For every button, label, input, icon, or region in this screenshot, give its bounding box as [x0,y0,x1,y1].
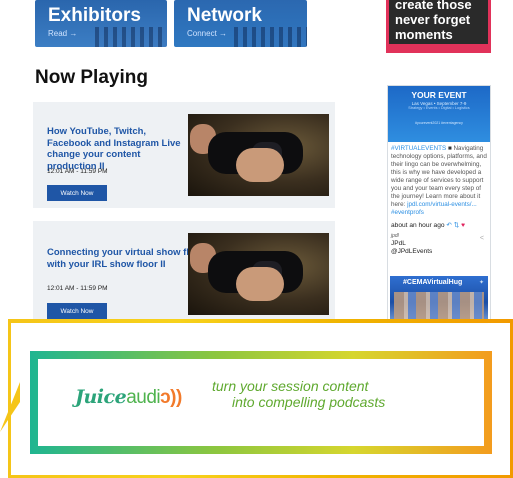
thumbnail-hand-shape [236,148,284,182]
promo-banner-inner: create those never forget moments [389,0,488,44]
account-name: JPdL [391,240,406,247]
session-time: 12:01 AM - 11:59 PM [47,168,108,175]
ad-banner-content: Juiceaudiɔ)) turn your session content i… [38,359,484,446]
exhibitors-tile-link[interactable]: Read → [48,29,77,38]
ad-tagline-line2: into compelling podcasts [232,394,386,410]
reply-icon[interactable]: ↶ [446,222,452,229]
post-hashtag-link[interactable]: #VIRTUALEVENTS [391,145,446,152]
session-card: Connecting your virtual show floor with … [33,221,335,327]
session-card: How YouTube, Twitch, Facebook and Instag… [33,102,335,208]
tile-background-image [234,27,307,47]
like-icon[interactable]: ♥ [461,222,465,229]
thumbnail-hand-shape [236,267,284,301]
watch-now-button[interactable]: Watch Now [47,185,107,201]
logo-juice: Juice [75,386,127,408]
event-banner-categories: Strategy • Events • Digital • Logistics [408,106,470,110]
network-tile[interactable]: Network Connect → [174,0,307,47]
exhibitors-tile[interactable]: Exhibitors Read → [35,0,167,47]
event-banner-title: YOUR EVENT [411,90,467,100]
watch-now-button[interactable]: Watch Now [47,303,107,319]
promo-line: moments [395,27,453,42]
network-tile-title: Network [187,5,262,26]
post-body: Navigating technology options, platforms… [391,145,487,208]
promo-line: create those [395,0,472,12]
promo-line: never forget [395,12,471,27]
post-url-link[interactable]: jpdl.com/virtual-events/... [407,201,477,208]
social-post-image[interactable]: #CEMAVirtualHug ✦ [390,276,488,324]
ad-tagline-line1: turn your session content [212,378,369,394]
session-thumbnail[interactable] [188,114,329,196]
share-icon[interactable]: < [480,235,484,243]
twitter-bird-icon: ✦ [478,280,484,286]
network-tile-link[interactable]: Connect → [187,29,227,38]
social-post-text: #VIRTUALEVENTS ■ Navigating technology o… [388,142,490,220]
tile-background-image [95,27,167,47]
post-flag-icon: ■ [447,145,452,152]
now-playing-heading: Now Playing [35,67,148,88]
post-time: about an hour ago [391,222,445,229]
session-title-link[interactable]: How YouTube, Twitch, Facebook and Instag… [47,126,189,172]
post-tag-link[interactable]: #eventprofs [391,209,424,216]
post-account[interactable]: jpdl JPdL @JPdLEvents < [388,229,490,259]
juiceaudio-ad-banner[interactable]: Juiceaudiɔ)) turn your session content i… [30,351,492,454]
video-grid-faces [394,292,484,320]
exhibitors-tile-title: Exhibitors [48,5,141,26]
account-logo: jpdl [391,233,399,239]
retweet-icon[interactable]: ⇅ [454,222,460,229]
overlay-pointer-icon [0,382,20,432]
juiceaudio-logo: Juiceaudiɔ)) [75,386,182,409]
post-meta: about an hour ago ↶ ⇅ ♥ [388,221,490,229]
event-banner-tags: #yourevent2021 #eventagency [415,121,463,125]
image-hashtag: #CEMAVirtualHug [403,279,463,286]
session-time: 12:01 AM - 11:59 PM [47,285,108,292]
ad-tagline: turn your session content into compellin… [212,378,385,410]
logo-audio: audi [126,387,161,408]
session-title-link[interactable]: Connecting your virtual show floor with … [47,247,207,270]
promo-banner[interactable]: create those never forget moments [386,0,491,53]
event-banner-image: YOUR EVENT Las Vegas • September 7-9 Str… [388,86,490,142]
account-handle: @JPdLEvents [391,248,433,255]
session-thumbnail[interactable] [188,233,329,315]
social-feed-widget[interactable]: YOUR EVENT Las Vegas • September 7-9 Str… [387,85,491,325]
logo-soundwave-icon: ɔ)) [160,387,182,408]
